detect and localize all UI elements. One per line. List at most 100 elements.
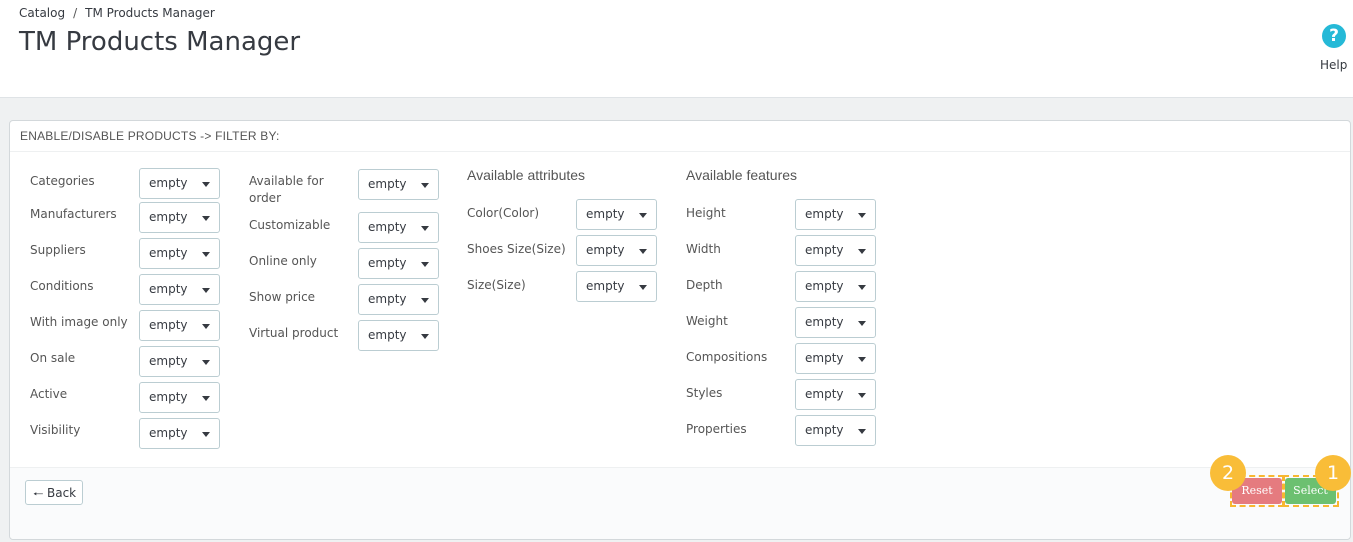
caret-down-icon (858, 321, 866, 326)
caret-down-icon (202, 288, 210, 293)
filter-row-properties: Properties empty (686, 415, 916, 451)
help-button[interactable]: ? Help (1317, 23, 1353, 75)
filter-row-styles: Styles empty (686, 379, 916, 415)
caret-down-icon (858, 429, 866, 434)
filter-row-compositions: Compositions empty (686, 343, 916, 379)
filter-label: Show price (249, 290, 316, 304)
filter-label: Virtual product (249, 326, 339, 340)
show-price-select[interactable]: empty (358, 284, 439, 315)
caret-down-icon (421, 334, 429, 339)
customizable-select[interactable]: empty (358, 212, 439, 243)
filter-label: Depth (686, 278, 723, 292)
filter-label: Customizable (249, 218, 331, 232)
breadcrumb: Catalog / TM Products Manager (19, 6, 215, 20)
filter-label: Categories (30, 174, 95, 188)
select-value: empty (368, 292, 407, 306)
active-select[interactable]: empty (139, 382, 220, 413)
select-value: empty (805, 351, 844, 365)
filter-row-manufacturers: Manufacturers empty (30, 202, 260, 236)
height-select[interactable]: empty (795, 199, 876, 230)
styles-select[interactable]: empty (795, 379, 876, 410)
filter-row-online-only: Online only empty (249, 248, 479, 283)
filter-label: On sale (30, 351, 76, 365)
help-icon: ? (1322, 24, 1346, 48)
select-value: empty (149, 176, 188, 190)
caret-down-icon (858, 357, 866, 362)
filter-row-suppliers: Suppliers empty (30, 238, 260, 272)
filter-row-height: Height empty (686, 199, 916, 235)
size-select[interactable]: empty (576, 271, 657, 302)
select-value: empty (805, 315, 844, 329)
depth-select[interactable]: empty (795, 271, 876, 302)
filter-column-options: Available for order empty Customizable e… (249, 169, 449, 352)
panel-heading-title: ENABLE/DISABLE PRODUCTS -> FILTER BY: (20, 129, 280, 143)
help-label: Help (1320, 58, 1348, 72)
visibility-select[interactable]: empty (139, 418, 220, 449)
shoes-size-select[interactable]: empty (576, 235, 657, 266)
page-header: Catalog / TM Products Manager TM Products … (0, 0, 1353, 98)
manufacturers-select[interactable]: empty (139, 202, 220, 233)
filter-row-show-price: Show price empty (249, 284, 479, 319)
width-select[interactable]: empty (795, 235, 876, 266)
select-value: empty (149, 210, 188, 224)
select-value: empty (149, 390, 188, 404)
conditions-select[interactable]: empty (139, 274, 220, 305)
panel-footer: 🠐 Back (10, 467, 1350, 539)
step-badge-reset: 2 (1210, 455, 1246, 491)
filter-row-visibility: Visibility empty (30, 418, 260, 452)
virtual-product-select[interactable]: empty (358, 320, 439, 351)
filter-row-weight: Weight empty (686, 307, 916, 343)
select-value: empty (149, 426, 188, 440)
select-value: empty (368, 177, 407, 191)
caret-down-icon (858, 285, 866, 290)
back-button[interactable]: 🠐 Back (25, 480, 83, 505)
select-value: empty (586, 279, 625, 293)
caret-down-icon (421, 183, 429, 188)
caret-down-icon (858, 393, 866, 398)
online-only-select[interactable]: empty (358, 248, 439, 279)
filter-row-categories: Categories empty (30, 168, 260, 203)
caret-down-icon (202, 396, 210, 401)
select-value: empty (149, 318, 188, 332)
filter-label: Visibility (30, 423, 81, 437)
filter-row-width: Width empty (686, 235, 916, 271)
caret-down-icon (639, 249, 647, 254)
filter-row-with-image: With image only empty (30, 310, 260, 344)
filter-label: Color(Color) (467, 206, 540, 220)
with-image-select[interactable]: empty (139, 310, 220, 341)
filter-label: Size(Size) (467, 278, 526, 292)
caret-down-icon (202, 360, 210, 365)
select-value: empty (586, 243, 625, 257)
caret-down-icon (421, 226, 429, 231)
filter-column-features: Available features Height empty Width em… (686, 167, 886, 447)
caret-down-icon (421, 262, 429, 267)
on-sale-select[interactable]: empty (139, 346, 220, 377)
caret-down-icon (202, 252, 210, 257)
caret-down-icon (858, 213, 866, 218)
categories-select[interactable]: empty (139, 168, 220, 199)
filter-label: Shoes Size(Size) (467, 242, 566, 256)
suppliers-select[interactable]: empty (139, 238, 220, 269)
filter-row-size: Size(Size) empty (467, 271, 697, 307)
available-for-order-select[interactable]: empty (358, 169, 439, 200)
select-value: empty (805, 279, 844, 293)
filter-label: Conditions (30, 279, 94, 293)
color-select[interactable]: empty (576, 199, 657, 230)
caret-down-icon (421, 298, 429, 303)
breadcrumb-catalog-link[interactable]: Catalog (19, 6, 65, 20)
filter-label: Weight (686, 314, 728, 328)
caret-down-icon (858, 249, 866, 254)
filter-row-conditions: Conditions empty (30, 274, 260, 308)
select-value: empty (368, 220, 407, 234)
select-value: empty (805, 387, 844, 401)
filter-column-attributes: Available attributes Color(Color) empty … (467, 167, 667, 307)
compositions-select[interactable]: empty (795, 343, 876, 374)
filter-row-virtual-product: Virtual product empty (249, 320, 479, 355)
filter-row-on-sale: On sale empty (30, 346, 260, 380)
select-value: empty (368, 256, 407, 270)
breadcrumb-separator: / (73, 6, 78, 20)
caret-down-icon (202, 182, 210, 187)
weight-select[interactable]: empty (795, 307, 876, 338)
filter-row-shoes-size: Shoes Size(Size) empty (467, 235, 697, 271)
properties-select[interactable]: empty (795, 415, 876, 446)
